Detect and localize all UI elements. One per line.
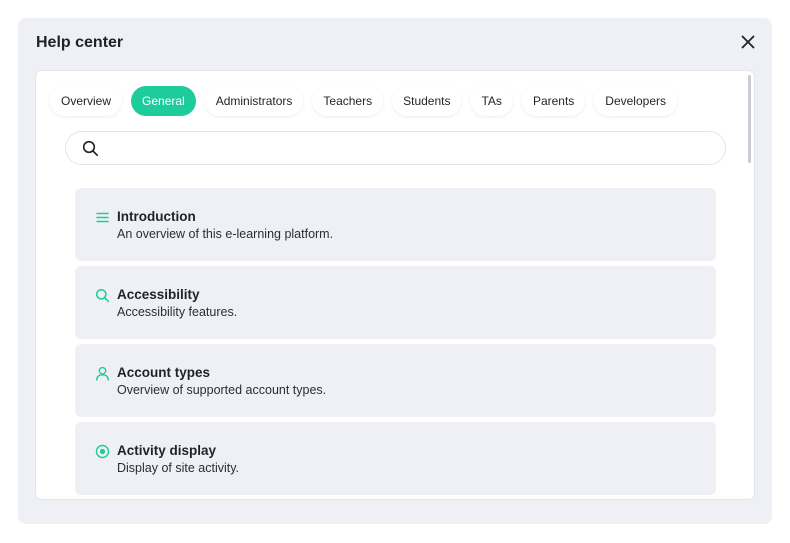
article-title: Activity display [117,443,217,458]
help-center-dialog: Help center Overview General Administrat… [18,18,772,524]
search-icon [95,288,110,303]
article-card-activity-display[interactable]: Activity display Display of site activit… [75,422,716,495]
article-description: An overview of this e-learning platform. [117,227,334,241]
list-icon [96,212,109,223]
close-icon [741,35,755,49]
tab-tas[interactable]: TAs [470,86,513,116]
search-input[interactable] [110,132,710,164]
article-description: Overview of supported account types. [117,383,327,397]
search-bar [65,131,726,165]
article-list: Introduction An overview of this e-learn… [75,188,716,499]
close-button[interactable] [738,32,758,52]
user-icon [96,366,109,381]
article-card-accessibility[interactable]: Accessibility Accessibility features. [75,266,716,339]
search-icon [82,140,99,157]
tab-developers[interactable]: Developers [594,86,677,116]
scrollbar[interactable] [748,75,751,163]
article-card-introduction[interactable]: Introduction An overview of this e-learn… [75,188,716,261]
tab-overview[interactable]: Overview [50,86,123,116]
article-card-account-types[interactable]: Account types Overview of supported acco… [75,344,716,417]
tab-general[interactable]: General [131,86,196,116]
article-title: Introduction [117,209,196,224]
tab-administrators[interactable]: Administrators [204,86,304,116]
article-title: Accessibility [117,287,200,302]
tab-students[interactable]: Students [392,86,462,116]
tab-parents[interactable]: Parents [521,86,586,116]
category-tabs: Overview General Administrators Teachers… [50,86,677,116]
article-description: Display of site activity. [117,461,240,475]
article-description: Accessibility features. [117,305,238,319]
article-title: Account types [117,365,211,380]
radio-dot-icon [95,444,110,459]
dialog-title: Help center [36,34,124,51]
help-panel: Overview General Administrators Teachers… [35,70,755,500]
tab-teachers[interactable]: Teachers [312,86,384,116]
